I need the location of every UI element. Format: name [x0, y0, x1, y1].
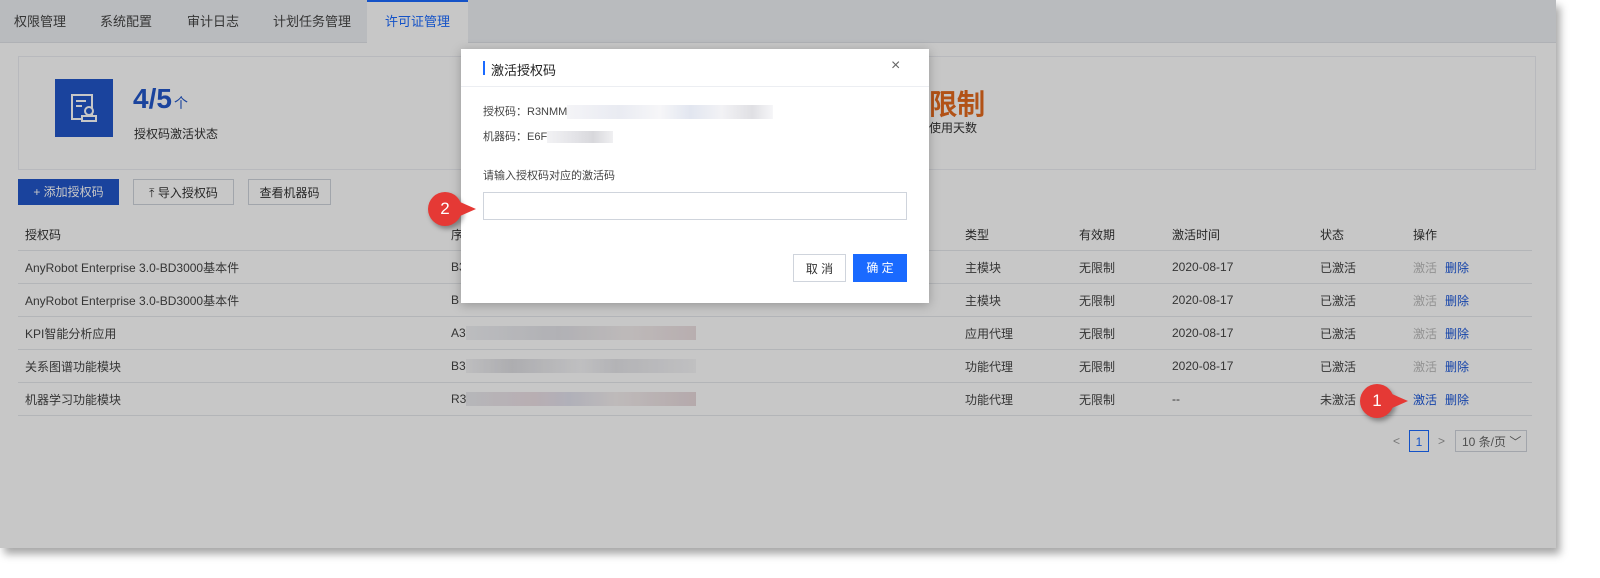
callout-pointer-2 — [460, 202, 476, 216]
machine-code-line: 机器码：E6F — [483, 128, 614, 144]
activate-license-dialog: 激活授权码 × 授权码：R3NMM 机器码：E6F 请输入授权码对应的激活码 取… — [461, 49, 929, 303]
machine-code-value: E6F — [527, 131, 548, 143]
auth-code-label: 授权码： — [483, 106, 527, 118]
cancel-button[interactable]: 取 消 — [793, 254, 846, 282]
redacted-machine-code — [547, 131, 614, 144]
callout-badge-1: 1 — [1360, 384, 1394, 418]
redacted-auth-code — [567, 105, 774, 120]
activation-code-prompt: 请输入授权码对应的激活码 — [483, 170, 615, 182]
app-window: 权限管理 系统配置 审计日志 计划任务管理 许可证管理 4/5 个 授权码激活状态… — [0, 0, 1556, 548]
title-accent-bar — [483, 61, 485, 75]
callout-badge-2: 2 — [428, 192, 462, 226]
activation-code-input[interactable] — [483, 192, 907, 220]
dialog-title: 激活授权码 — [491, 63, 557, 78]
dialog-header: 激活授权码 × — [461, 49, 929, 87]
auth-code-line: 授权码：R3NMM — [483, 103, 774, 120]
close-icon[interactable]: × — [891, 57, 900, 75]
auth-code-value: R3NMM — [527, 106, 568, 118]
confirm-button[interactable]: 确 定 — [853, 254, 907, 282]
machine-code-label: 机器码： — [483, 131, 527, 143]
callout-pointer-1 — [1392, 394, 1408, 408]
